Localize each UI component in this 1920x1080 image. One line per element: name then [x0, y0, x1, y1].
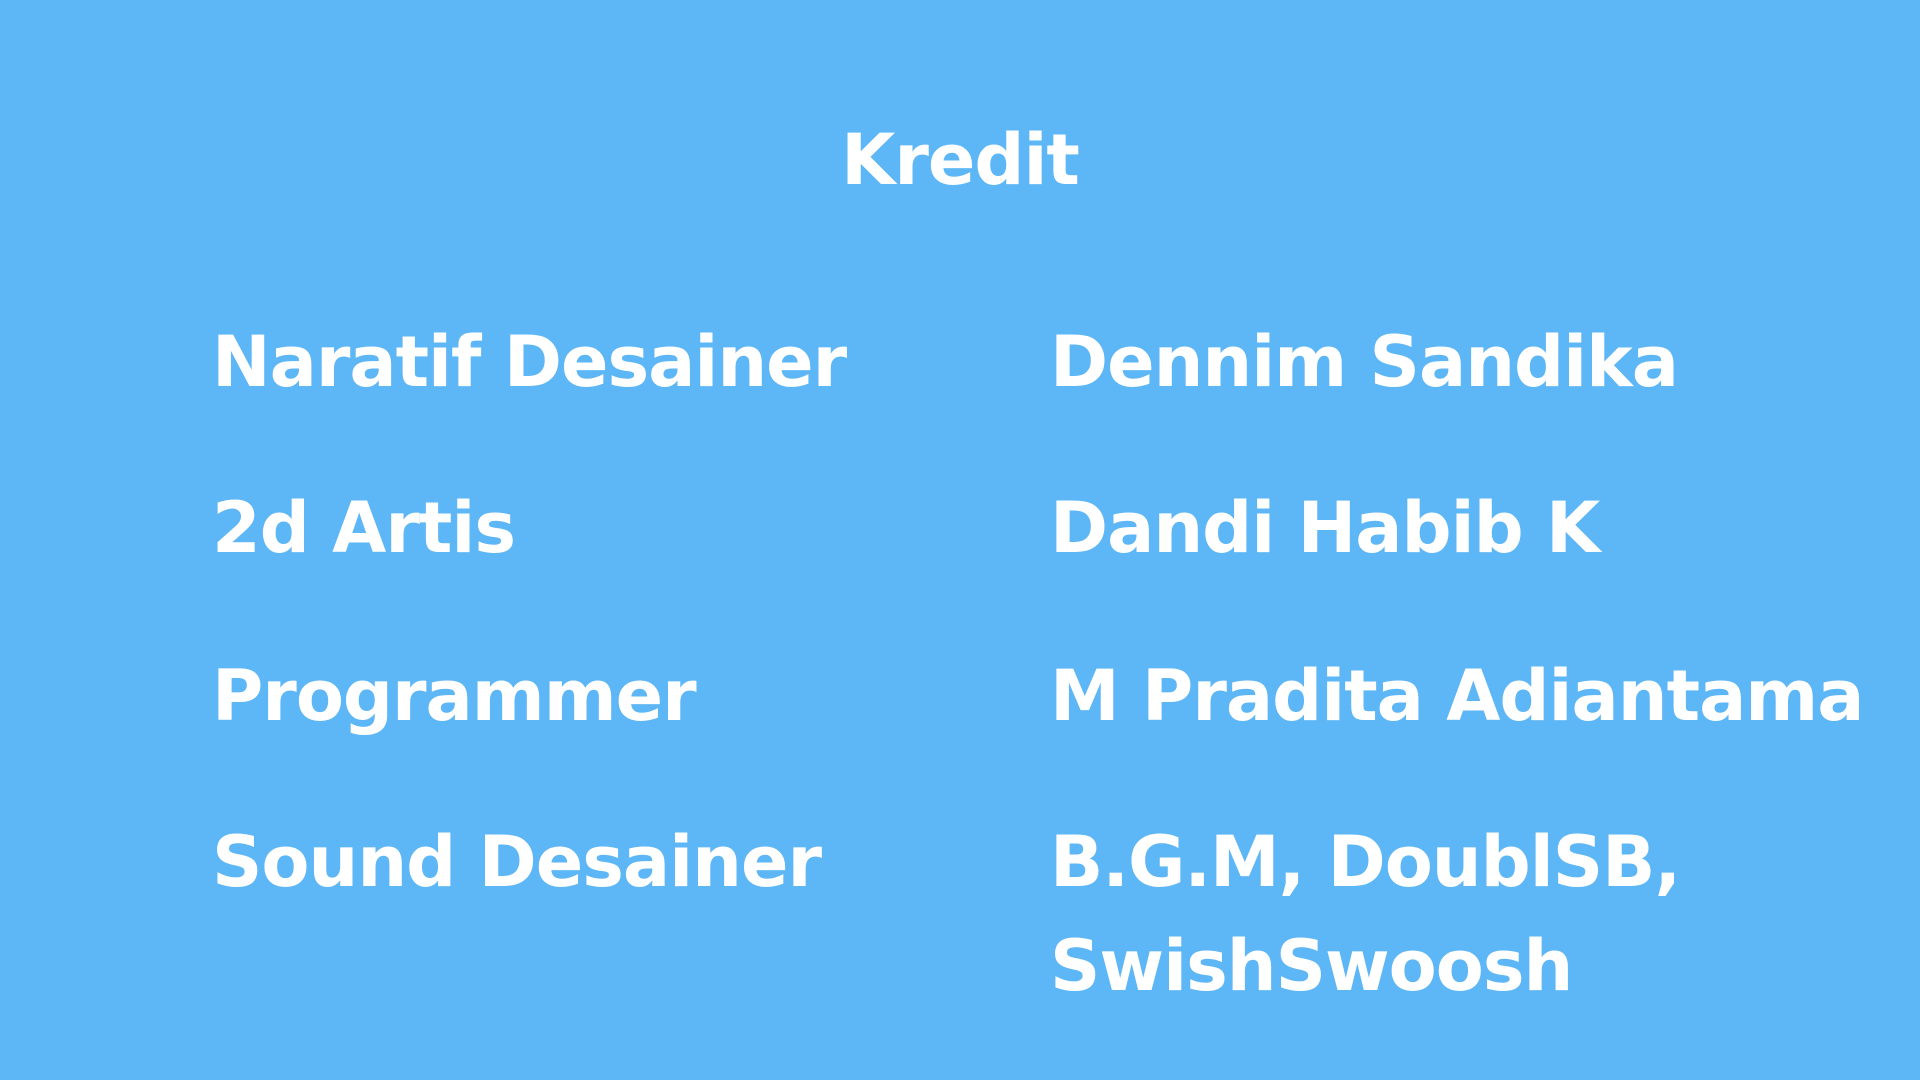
credits-screen: Kredit Naratif Desainer Dennim Sandika 2…: [0, 0, 1920, 1080]
credits-title: Kredit: [841, 119, 1080, 201]
credit-role: Programmer: [212, 655, 697, 737]
credit-role: 2d Artis: [212, 487, 516, 569]
credit-name: B.G.M, DoublSB,: [1050, 821, 1681, 903]
credit-name: M Pradita Adiantama: [1050, 655, 1864, 737]
credit-role: Sound Desainer: [212, 821, 822, 903]
credit-names: Dandi Habib K: [1050, 476, 1890, 580]
credit-name: Dandi Habib K: [1050, 487, 1600, 569]
credit-names: B.G.M, DoublSB, SwishSwoosh: [1050, 810, 1890, 1018]
credit-names: M Pradita Adiantama: [1050, 644, 1890, 748]
credit-name: Dennim Sandika: [1050, 321, 1679, 403]
credit-name: SwishSwoosh: [1050, 925, 1573, 1007]
credit-role: Naratif Desainer: [212, 321, 847, 403]
credit-names: Dennim Sandika: [1050, 310, 1890, 414]
